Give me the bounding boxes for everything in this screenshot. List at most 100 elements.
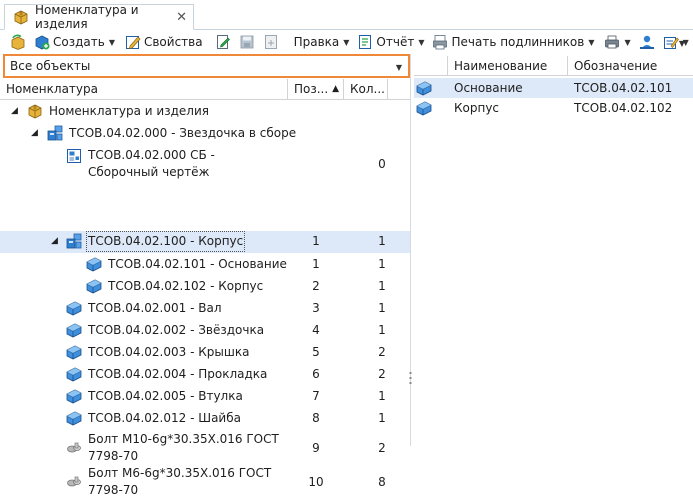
column-header-pos[interactable]: Поз... ▲ [288, 79, 344, 100]
tree-row-qty: 8 [378, 475, 386, 489]
tree-row-label: ТСОВ.04.02.012 - Шайба [88, 411, 241, 425]
box-icon [27, 103, 43, 119]
drawing-icon [66, 148, 82, 164]
tree-row[interactable]: ◢ Номенклатура и изделия [0, 101, 410, 123]
tree-row[interactable]: ТСОВ.04.02.000 СБ - Сборочный чертёж 0 [0, 147, 410, 181]
edit-document-button[interactable] [213, 31, 233, 53]
print-button[interactable]: ▼ [602, 31, 632, 53]
part-icon [66, 410, 82, 426]
properties-button[interactable]: Свойства [123, 31, 205, 53]
export-button[interactable] [261, 31, 281, 53]
tree-row-pos: 7 [312, 389, 320, 403]
document-tab-bar: Номенклатура и изделия ✕ [0, 0, 693, 31]
create-dropdown-icon[interactable]: ▼ [109, 38, 115, 47]
chevron-down-icon[interactable]: ▼ [396, 63, 402, 72]
tree-row-label: ТСОВ.04.02.102 - Корпус [108, 279, 264, 293]
report-menu-button[interactable]: Отчёт ▼ [355, 31, 426, 53]
edit-document-icon [216, 35, 230, 49]
detail-row[interactable]: Корпус ТСОВ.04.02.102 [414, 98, 693, 118]
part-icon [66, 366, 82, 382]
detail-row-selected[interactable]: Основание ТСОВ.04.02.101 [414, 78, 693, 98]
expanded-arrow-icon[interactable]: ◢ [11, 106, 18, 116]
tree-row-pos: 1 [312, 234, 320, 248]
tree-row-label: ТСОВ.04.02.000 - Звездочка в сборе [69, 126, 297, 140]
user-icon [639, 35, 654, 49]
tree-row-pos: 10 [308, 475, 324, 489]
refresh-button[interactable] [8, 31, 28, 53]
toolbar: Создать ▼ Свойства Правка ▼ Отчёт ▼ Печа… [0, 30, 693, 54]
tree-row[interactable]: ТСОВ.04.02.102 - Корпус 2 1 [0, 276, 410, 298]
edit-menu-label: Правка [293, 35, 340, 49]
tree-row[interactable]: ТСОВ.04.02.003 - Крышка 5 2 [0, 342, 410, 364]
tree-row-label: ТСОВ.04.02.005 - Втулка [88, 389, 243, 403]
tree-row-qty: 1 [378, 323, 386, 337]
tree-row-pos: 4 [312, 323, 320, 337]
tree-row-selected[interactable]: ◢ ТСОВ.04.02.100 - Корпус 1 1 [0, 231, 410, 253]
chevron-down-icon: ▼ [418, 37, 425, 47]
object-filter-select[interactable]: Все объекты ▼ [3, 54, 410, 78]
column-header-name-label: Наименование [454, 59, 548, 73]
part-icon [416, 80, 432, 96]
tree-row-pos: 2 [312, 279, 320, 293]
tree-row[interactable]: Болт М10-6g*30.35Х.016 ГОСТ 7798-70 9 2 [0, 431, 410, 465]
standard-part-icon [66, 473, 82, 489]
tree-row-qty: 2 [378, 345, 386, 359]
create-label: Создать [53, 35, 105, 49]
column-header-pos-label: Поз... [294, 82, 329, 96]
print-originals-button[interactable]: Печать подлинников ▼ [430, 31, 596, 53]
column-header-designation[interactable]: Обозначение [568, 56, 693, 76]
column-header-icon [414, 56, 448, 76]
part-icon [66, 300, 82, 316]
chevron-down-icon: ▼ [588, 37, 595, 47]
detail-panel: Наименование Обозначение Основание ТСОВ.… [414, 54, 693, 446]
tree-row[interactable]: ТСОВ.04.02.012 - Шайба 8 1 [0, 408, 410, 430]
box-icon [13, 9, 29, 25]
tree-row-label: ТСОВ.04.02.000 СБ - Сборочный чертёж [88, 148, 215, 179]
create-button[interactable]: Создать ▼ [32, 31, 117, 53]
expanded-arrow-icon[interactable]: ◢ [51, 236, 58, 246]
column-header-qty-label: Кол... [350, 82, 385, 96]
edit-menu-button[interactable]: Правка ▼ [289, 31, 352, 53]
tree-row[interactable]: ТСОВ.04.02.101 - Основание 1 1 [0, 254, 410, 276]
user-button[interactable] [637, 31, 657, 53]
detail-row-name: Основание [454, 81, 523, 95]
save-button[interactable] [237, 31, 257, 53]
tree-row-label: ТСОВ.04.02.003 - Крышка [88, 345, 250, 359]
tree-row-pos: 6 [312, 367, 320, 381]
expanded-arrow-icon[interactable]: ◢ [31, 128, 38, 138]
part-icon [66, 344, 82, 360]
detail-row-designation: ТСОВ.04.02.102 [574, 101, 673, 115]
tree-row-label: ТСОВ.04.02.100 - Корпус [85, 231, 246, 252]
column-header-name[interactable]: Наименование [448, 56, 568, 76]
column-header-designation-label: Обозначение [574, 59, 658, 73]
chevron-down-icon: ▼ [343, 37, 350, 47]
tree-row[interactable]: ТСОВ.04.02.004 - Прокладка 6 2 [0, 364, 410, 386]
part-icon [86, 256, 102, 272]
part-icon [66, 322, 82, 338]
tab-nomenclature[interactable]: Номенклатура и изделия ✕ [4, 3, 194, 31]
create-icon [35, 35, 50, 50]
column-header-name-label: Номенклатура [6, 82, 98, 96]
save-icon [240, 35, 253, 49]
close-icon[interactable]: ✕ [176, 10, 187, 25]
tree-row[interactable]: ТСОВ.04.02.002 - Звёздочка 4 1 [0, 320, 410, 342]
tree-row[interactable]: ТСОВ.04.02.001 - Вал 3 1 [0, 298, 410, 320]
tree-row[interactable]: Болт М6-6g*30.35Х.016 ГОСТ 7798-70 10 8 [0, 465, 410, 499]
part-icon [66, 388, 82, 404]
nomenclature-panel: Все объекты ▼ Номенклатура Поз... ▲ Кол.… [0, 54, 411, 497]
print-originals-icon [433, 35, 448, 50]
column-header-name[interactable]: Номенклатура [0, 79, 288, 100]
tree-row-label: Болт М10-6g*30.35Х.016 ГОСТ 7798-70 [88, 432, 279, 463]
tree-row-pos: 9 [312, 441, 320, 455]
part-icon [416, 100, 432, 116]
tree-row-label: ТСОВ.04.02.002 - Звёздочка [88, 323, 265, 337]
tree-row[interactable]: ТСОВ.04.02.005 - Втулка 7 1 [0, 386, 410, 408]
sort-ascending-icon: ▲ [332, 84, 339, 94]
panel-splitter-grip[interactable] [409, 372, 412, 384]
standard-part-icon [66, 439, 82, 455]
toolbar-overflow-button[interactable]: ▼ [677, 32, 687, 54]
tree-row-qty: 1 [378, 301, 386, 315]
refresh-box-icon [11, 34, 25, 50]
tree-row[interactable]: ◢ ТСОВ.04.02.000 - Звездочка в сборе [0, 123, 410, 145]
column-header-qty[interactable]: Кол... [344, 79, 388, 100]
